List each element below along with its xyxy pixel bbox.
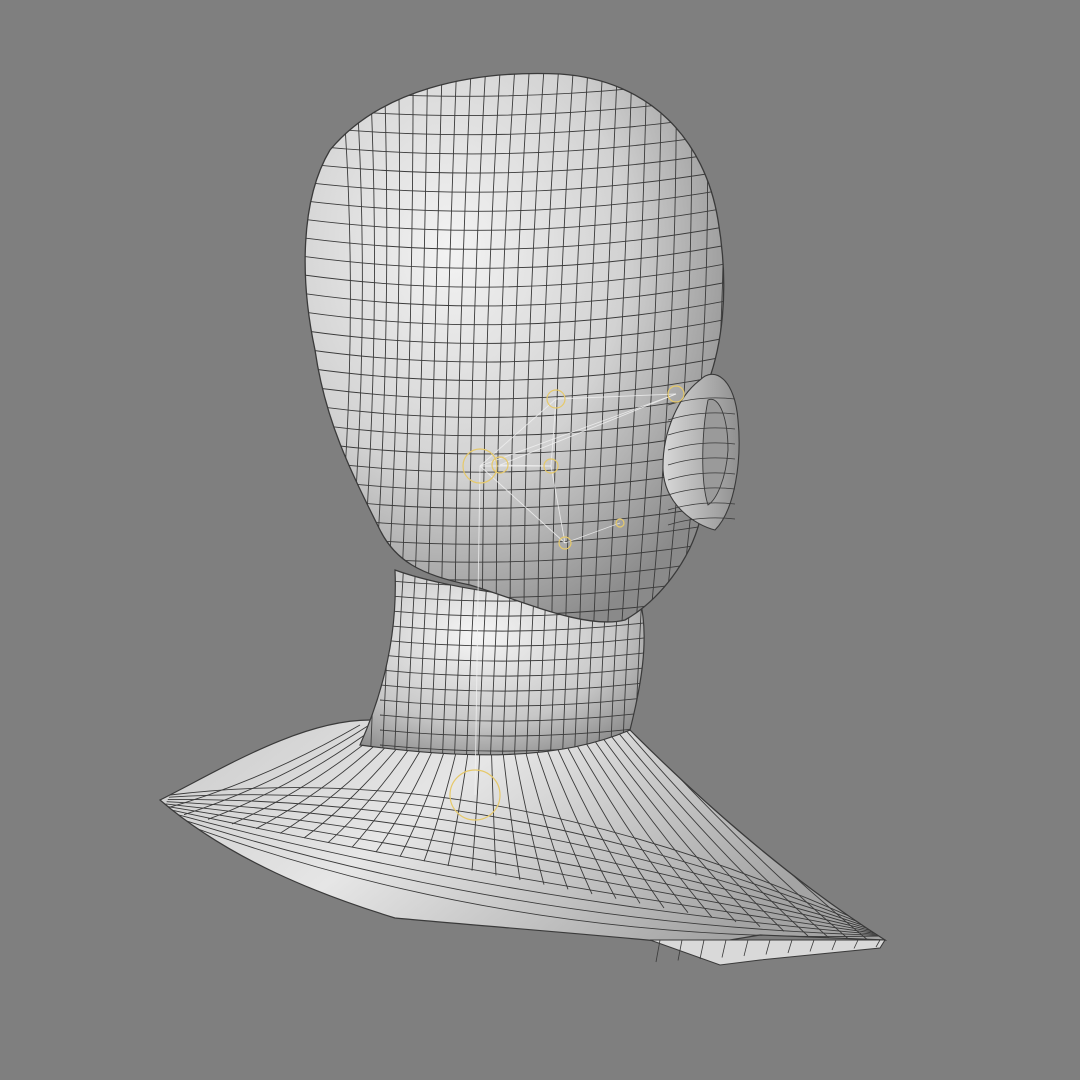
head-model-render[interactable] <box>0 0 1080 1080</box>
3d-viewport[interactable] <box>0 0 1080 1080</box>
head-mesh <box>304 72 725 623</box>
shoulders-mesh <box>158 719 888 966</box>
